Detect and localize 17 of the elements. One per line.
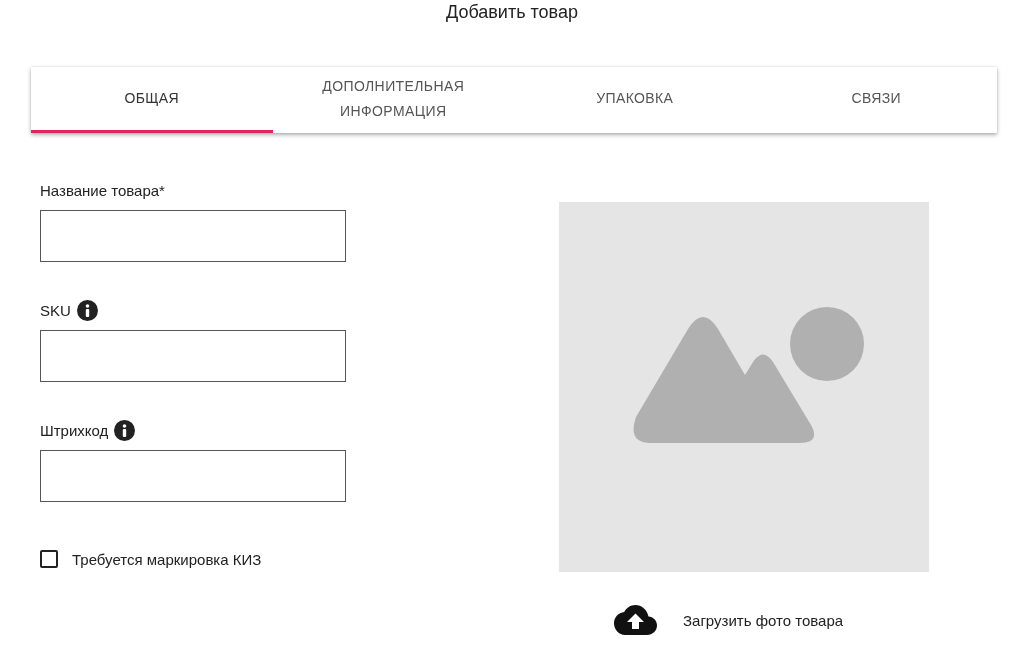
upload-label[interactable]: Загрузить фото товара — [683, 611, 844, 629]
info-icon[interactable] — [114, 419, 136, 441]
input-field[interactable] — [40, 210, 346, 262]
cloud-upload-icon[interactable] — [614, 605, 657, 635]
checkbox[interactable] — [40, 550, 58, 568]
tab[interactable]: ДОПОЛНИТЕЛЬНАЯ ИНФОРМАЦИЯ — [272, 67, 514, 133]
checkbox-label: Требуется маркировка КИЗ — [72, 550, 262, 568]
dialog-title: Добавить товар — [445, 1, 579, 24]
input-field[interactable] — [40, 330, 346, 382]
info-icon[interactable] — [76, 299, 98, 321]
tab[interactable]: ОБЩАЯ — [31, 67, 273, 133]
field-label: Штрихкод — [40, 421, 109, 439]
field-label: Название товара* — [40, 181, 165, 199]
tab[interactable]: СВЯЗИ — [755, 67, 997, 133]
input-field[interactable] — [40, 450, 346, 502]
field-label: SKU — [40, 301, 71, 319]
tab[interactable]: УПАКОВКА — [514, 67, 756, 133]
